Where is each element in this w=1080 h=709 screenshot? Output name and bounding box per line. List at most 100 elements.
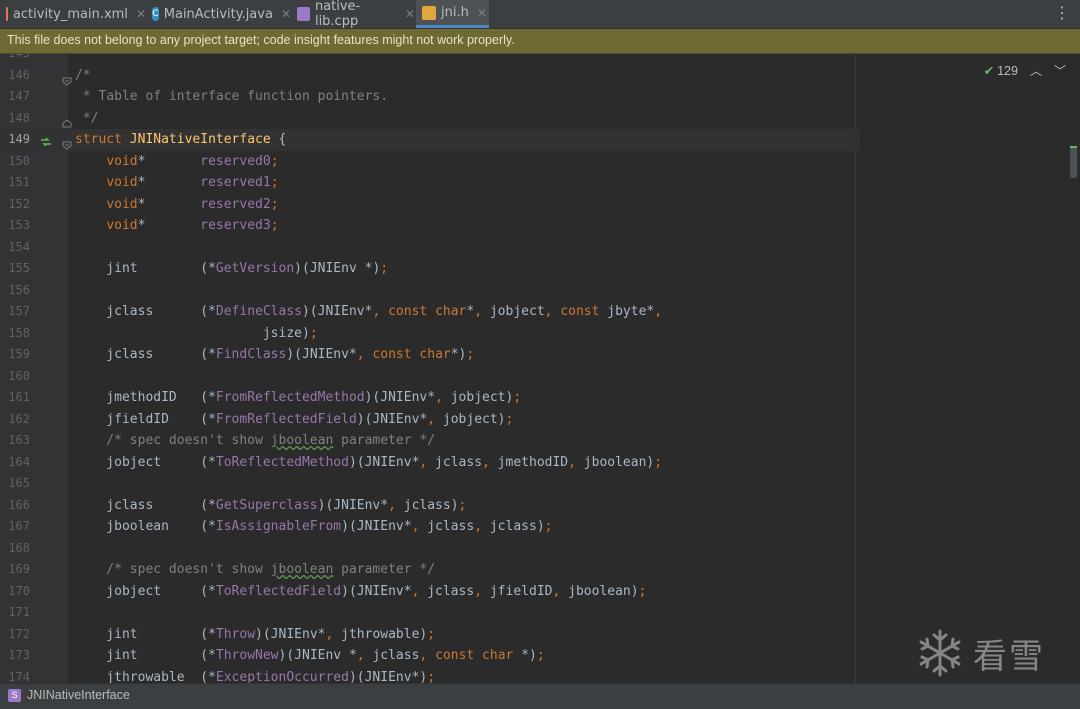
line-number: 153: [8, 218, 30, 232]
code-line[interactable]: 171: [0, 602, 860, 624]
code-line[interactable]: 161 jmethodID (*FromReflectedMethod)(JNI…: [0, 387, 860, 409]
code-text: void* reserved3;: [106, 218, 279, 233]
code-line[interactable]: 149 struct JNINativeInterface {: [0, 129, 860, 151]
line-number: 172: [8, 626, 30, 641]
code-line[interactable]: 159 jclass (*FindClass)(JNIEnv*, const c…: [0, 344, 860, 366]
banner-text: This file does not belong to any project…: [7, 33, 515, 47]
tab-native-lib-cpp[interactable]: native-lib.cpp ✕: [291, 0, 415, 29]
code-text: */: [75, 110, 99, 126]
snowflake-logo-icon: [919, 629, 961, 677]
notification-banner: This file does not belong to any project…: [0, 29, 1080, 54]
vertical-scrollbar[interactable]: [1070, 146, 1077, 178]
code-line[interactable]: 166 jclass (*GetSuperclass)(JNIEnv*, jcl…: [0, 495, 860, 517]
code-line[interactable]: 151 void* reserved1;: [0, 172, 860, 194]
code-line[interactable]: 170 jobject (*ToReflectedField)(JNIEnv*,…: [0, 581, 860, 603]
line-number: 166: [8, 497, 30, 512]
code-line[interactable]: 163 /* spec doesn't show jboolean parame…: [0, 430, 860, 452]
tab-mainactivity-java[interactable]: C MainActivity.java ✕: [146, 0, 291, 28]
code-line[interactable]: 162 jfieldID (*FromReflectedField)(JNIEn…: [0, 409, 860, 431]
line-number: 156: [8, 282, 30, 297]
line-number: 165: [8, 476, 30, 490]
more-vertical-icon[interactable]: ⋮: [1054, 4, 1070, 22]
line-number: 163: [8, 433, 30, 447]
code-line[interactable]: 167 jboolean (*IsAssignableFrom)(JNIEnv*…: [0, 516, 860, 538]
fold-end-marker-icon[interactable]: [62, 114, 72, 127]
code-text: jsize);: [75, 325, 318, 341]
breadcrumb: S JNINativeInterface: [0, 683, 1080, 709]
line-number: 168: [8, 540, 30, 555]
code-line[interactable]: 150 void* reserved0;: [0, 151, 860, 173]
code-editor[interactable]: 145 146 /* 147 * Table of interface functio…: [0, 54, 1080, 683]
code-line[interactable]: 158 jsize);: [0, 323, 860, 345]
line-number: 150: [8, 153, 30, 168]
line-number: 157: [8, 304, 30, 318]
line-number: 162: [8, 411, 30, 426]
next-highlight-icon[interactable]: ﹀: [1054, 62, 1066, 79]
code-line[interactable]: 155 jint (*GetVersion)(JNIEnv *);: [0, 258, 860, 280]
code-line[interactable]: 174 jthrowable (*ExceptionOccurred)(JNIE…: [0, 667, 860, 684]
line-number: 145: [0, 54, 30, 65]
code-line[interactable]: 164 jobject (*ToReflectedMethod)(JNIEnv*…: [0, 452, 860, 474]
code-text: jclass (*FindClass)(JNIEnv*, const char*…: [75, 347, 475, 362]
line-number: 158: [8, 325, 30, 340]
code-text: jint (*Throw)(JNIEnv*, jthrowable);: [75, 626, 436, 642]
line-number: 174: [8, 669, 30, 684]
code-line[interactable]: 154: [0, 237, 860, 259]
fold-marker-icon[interactable]: [62, 135, 72, 150]
tab-jni-h[interactable]: jni.h ✕: [416, 0, 489, 28]
code-line[interactable]: 146 /*: [0, 65, 860, 87]
code-text: struct JNINativeInterface {: [75, 132, 287, 147]
watermark-text: 看雪: [973, 636, 1045, 677]
code-line[interactable]: 156: [0, 280, 860, 302]
line-number: 155: [8, 261, 30, 275]
watermark: 看雪: [915, 628, 1045, 678]
line-number: 154: [8, 239, 30, 254]
close-icon[interactable]: ✕: [405, 7, 415, 21]
code-line[interactable]: 157 jclass (*DefineClass)(JNIEnv*, const…: [0, 301, 860, 323]
code-text: /* spec doesn't show jboolean parameter …: [75, 433, 436, 448]
code-line[interactable]: 153 void* reserved3;: [0, 215, 860, 237]
xml-file-icon: [6, 7, 8, 21]
inspection-widget[interactable]: ✔ 129 ︿ ﹀: [984, 62, 1066, 79]
code-line[interactable]: 168: [0, 538, 860, 560]
scrollbar-marker: [1070, 146, 1077, 148]
related-symbol-icon[interactable]: [40, 133, 52, 147]
code-line[interactable]: 172 jint (*Throw)(JNIEnv*, jthrowable);: [0, 624, 860, 646]
code-text: jthrowable (*ExceptionOccurred)(JNIEnv*)…: [75, 669, 436, 684]
close-icon[interactable]: ✕: [477, 6, 487, 20]
line-number: 170: [8, 583, 30, 598]
code-line[interactable]: 152 void* reserved2;: [0, 194, 860, 216]
fold-marker-icon[interactable]: [62, 71, 72, 86]
code-line[interactable]: 173 jint (*ThrowNew)(JNIEnv *, jclass, c…: [0, 645, 860, 667]
code-text: jclass (*DefineClass)(JNIEnv*, const cha…: [75, 304, 663, 319]
code-line[interactable]: 160: [0, 366, 860, 388]
code-line[interactable]: 165: [0, 473, 860, 495]
tab-label: activity_main.xml: [12, 6, 128, 22]
code-text: jint (*ThrowNew)(JNIEnv *, jclass, const…: [75, 648, 545, 663]
close-icon[interactable]: ✕: [136, 7, 146, 21]
tab-label: MainActivity.java: [163, 6, 273, 22]
code-line[interactable]: 169 /* spec doesn't show jboolean parame…: [0, 559, 860, 581]
line-number: 164: [8, 454, 30, 469]
code-text: jboolean (*IsAssignableFrom)(JNIEnv*, jc…: [75, 519, 553, 534]
cpp-file-icon: [297, 7, 310, 21]
code-text: jobject (*ToReflectedMethod)(JNIEnv*, jc…: [75, 454, 663, 470]
close-icon[interactable]: ✕: [281, 7, 291, 21]
line-number: 173: [8, 648, 30, 662]
line-number: 161: [8, 390, 30, 404]
inspection-count: 129: [997, 63, 1018, 78]
code-line[interactable]: 148 */: [0, 108, 860, 130]
code-text: jclass (*GetSuperclass)(JNIEnv*, jclass)…: [75, 497, 467, 513]
previous-highlight-icon[interactable]: ︿: [1030, 62, 1042, 79]
code-line[interactable]: 147 * Table of interface function pointe…: [0, 86, 860, 108]
line-number: 149: [8, 132, 30, 146]
code-line[interactable]: 145: [0, 54, 860, 65]
struct-icon: S: [8, 689, 21, 702]
breadcrumb-item[interactable]: JNINativeInterface: [27, 688, 130, 702]
code-text: jint (*GetVersion)(JNIEnv *);: [75, 261, 389, 276]
java-class-icon: C: [152, 7, 159, 21]
tab-activity-main-xml[interactable]: activity_main.xml ✕: [0, 0, 146, 28]
line-number: 151: [8, 175, 30, 189]
code-text: void* reserved1;: [106, 175, 279, 190]
code-text: jfieldID (*FromReflectedField)(JNIEnv*, …: [75, 411, 514, 427]
